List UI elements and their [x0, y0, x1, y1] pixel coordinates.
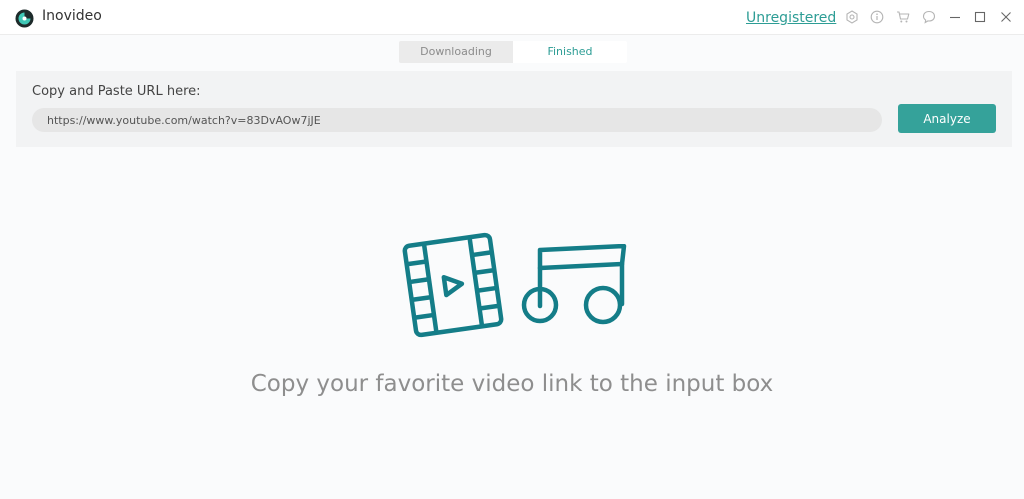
- empty-state-message: Copy your favorite video link to the inp…: [250, 371, 774, 397]
- maximize-icon[interactable]: [973, 10, 987, 24]
- video-film-icon: [400, 232, 506, 342]
- empty-state-illustration: [400, 232, 630, 340]
- settings-icon[interactable]: [845, 10, 859, 24]
- url-input[interactable]: [32, 108, 882, 132]
- tab-finished[interactable]: Finished: [513, 41, 627, 63]
- url-label: Copy and Paste URL here:: [32, 84, 201, 99]
- cart-icon[interactable]: [896, 10, 910, 24]
- app-title: Inovideo: [42, 8, 102, 24]
- music-note-icon: [520, 243, 630, 332]
- minimize-icon[interactable]: [948, 10, 962, 24]
- tab-downloading[interactable]: Downloading: [399, 41, 513, 63]
- analyze-button[interactable]: Analyze: [898, 104, 996, 133]
- info-icon[interactable]: [870, 10, 884, 24]
- app-logo-icon: [15, 9, 34, 28]
- url-panel: Copy and Paste URL here: Analyze: [16, 71, 1012, 147]
- title-bar: Inovideo Unregistered: [0, 0, 1024, 35]
- feedback-icon[interactable]: [922, 10, 936, 24]
- unregistered-link[interactable]: Unregistered: [746, 10, 836, 26]
- download-tabs: Downloading Finished: [399, 41, 627, 63]
- close-icon[interactable]: [999, 10, 1013, 24]
